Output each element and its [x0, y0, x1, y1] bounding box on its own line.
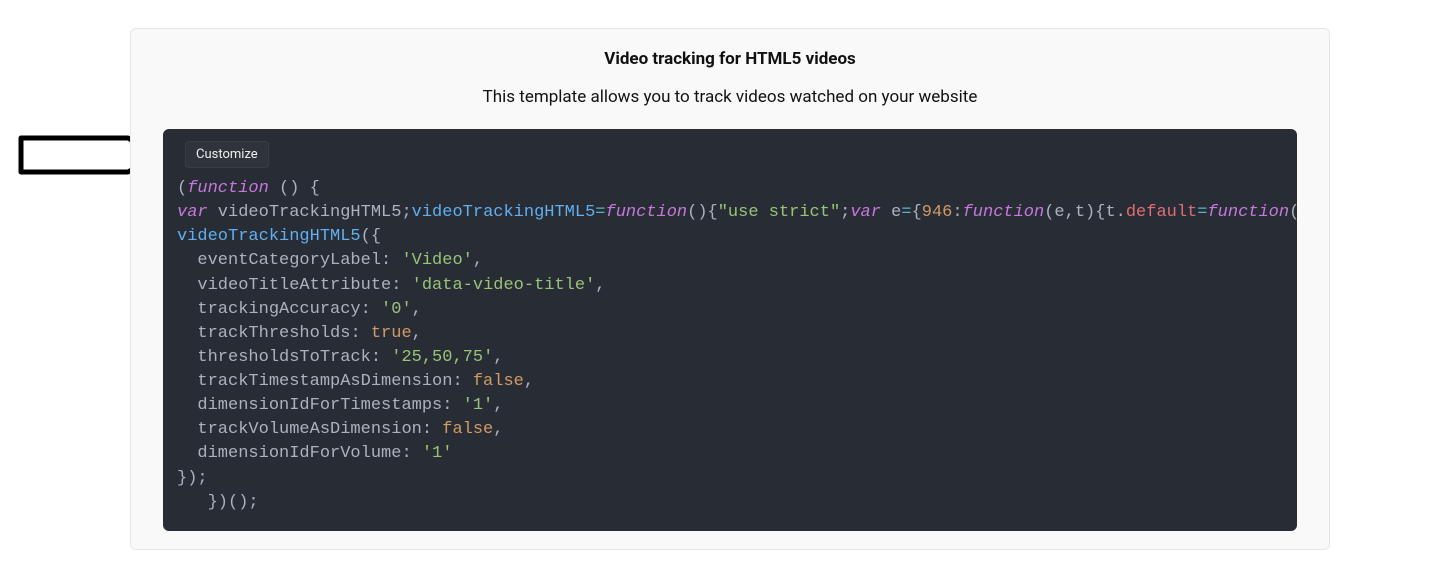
code-token: var [850, 203, 881, 222]
code-token: true [371, 324, 412, 343]
code-token: , [493, 348, 503, 367]
code-token: , [473, 251, 483, 270]
code-token: '0' [381, 300, 412, 319]
code-token: , [493, 420, 503, 439]
code-scroll[interactable]: (function () { var videoTrackingHTML5;vi… [163, 171, 1297, 531]
code-token: 'data-video-title' [412, 276, 596, 295]
code-token: ( [177, 179, 187, 198]
customize-button[interactable]: Customize [185, 141, 269, 168]
code-token: '1' [422, 444, 453, 463]
code-token: () { [269, 179, 320, 198]
code-token: , [595, 276, 605, 295]
code-block: (function () { var videoTrackingHTML5;vi… [163, 171, 1297, 531]
code-token: trackTimestampAsDimension [197, 372, 452, 391]
code-token [177, 420, 197, 439]
code-token [177, 251, 197, 270]
code-token: t [1105, 203, 1115, 222]
code-token: ({ [361, 227, 381, 246]
code-token: }); [177, 469, 208, 488]
code-token: 'Video' [401, 251, 472, 270]
code-token: dimensionIdForTimestamps [197, 396, 442, 415]
code-token: = [595, 203, 605, 222]
template-card: Video tracking for HTML5 videos This tem… [130, 28, 1330, 550]
code-token: ; [840, 203, 850, 222]
code-token: : [371, 348, 391, 367]
code-token: : [361, 300, 381, 319]
code-token: '25,50,75' [391, 348, 493, 367]
code-token: function [963, 203, 1045, 222]
code-token: ( [1289, 203, 1297, 222]
code-token: false [473, 372, 524, 391]
code-token: , [412, 324, 422, 343]
code-token: function [606, 203, 688, 222]
code-token: (e,t){ [1044, 203, 1105, 222]
code-token: videoTitleAttribute [197, 276, 391, 295]
code-token [177, 396, 197, 415]
code-token: : [442, 396, 462, 415]
code-token: videoTrackingHTML5 [177, 227, 361, 246]
code-token: : [422, 420, 442, 439]
code-token [177, 372, 197, 391]
code-token: thresholdsToTrack [197, 348, 370, 367]
code-token [177, 444, 197, 463]
code-token: , [493, 396, 503, 415]
code-token: trackVolumeAsDimension [197, 420, 421, 439]
code-token: (){ [687, 203, 718, 222]
code-token: : [452, 372, 472, 391]
code-token [177, 276, 197, 295]
code-token: . [1116, 203, 1126, 222]
code-token: : [381, 251, 401, 270]
code-token: 946 [922, 203, 953, 222]
code-token: videoTrackingHTML5 [412, 203, 596, 222]
code-token: var [177, 203, 208, 222]
code-token: dimensionIdForVolume [197, 444, 401, 463]
code-token: e [881, 203, 901, 222]
code-token: })(); [177, 493, 259, 512]
code-token: function [187, 179, 269, 198]
code-token: trackingAccuracy [197, 300, 360, 319]
code-panel: Customize (function () { var videoTracki… [163, 129, 1297, 531]
code-token: false [442, 420, 493, 439]
code-token [177, 324, 197, 343]
code-token: '1' [463, 396, 494, 415]
code-token [177, 348, 197, 367]
page: Video tracking for HTML5 videos This tem… [0, 0, 1440, 582]
code-token: , [412, 300, 422, 319]
code-token: : [401, 444, 421, 463]
code-token: "use strict" [718, 203, 840, 222]
code-token: trackThresholds [197, 324, 350, 343]
code-token: , [524, 372, 534, 391]
code-token: eventCategoryLabel [197, 251, 381, 270]
code-token: : [350, 324, 370, 343]
code-token: { [912, 203, 922, 222]
code-token [177, 300, 197, 319]
code-token: function [1207, 203, 1289, 222]
code-token: : [391, 276, 411, 295]
code-token: videoTrackingHTML5; [208, 203, 412, 222]
card-title: Video tracking for HTML5 videos [131, 49, 1329, 69]
code-token: = [901, 203, 911, 222]
code-token: default [1126, 203, 1197, 222]
code-token: : [952, 203, 962, 222]
code-token: = [1197, 203, 1207, 222]
card-subtitle: This template allows you to track videos… [131, 87, 1329, 107]
